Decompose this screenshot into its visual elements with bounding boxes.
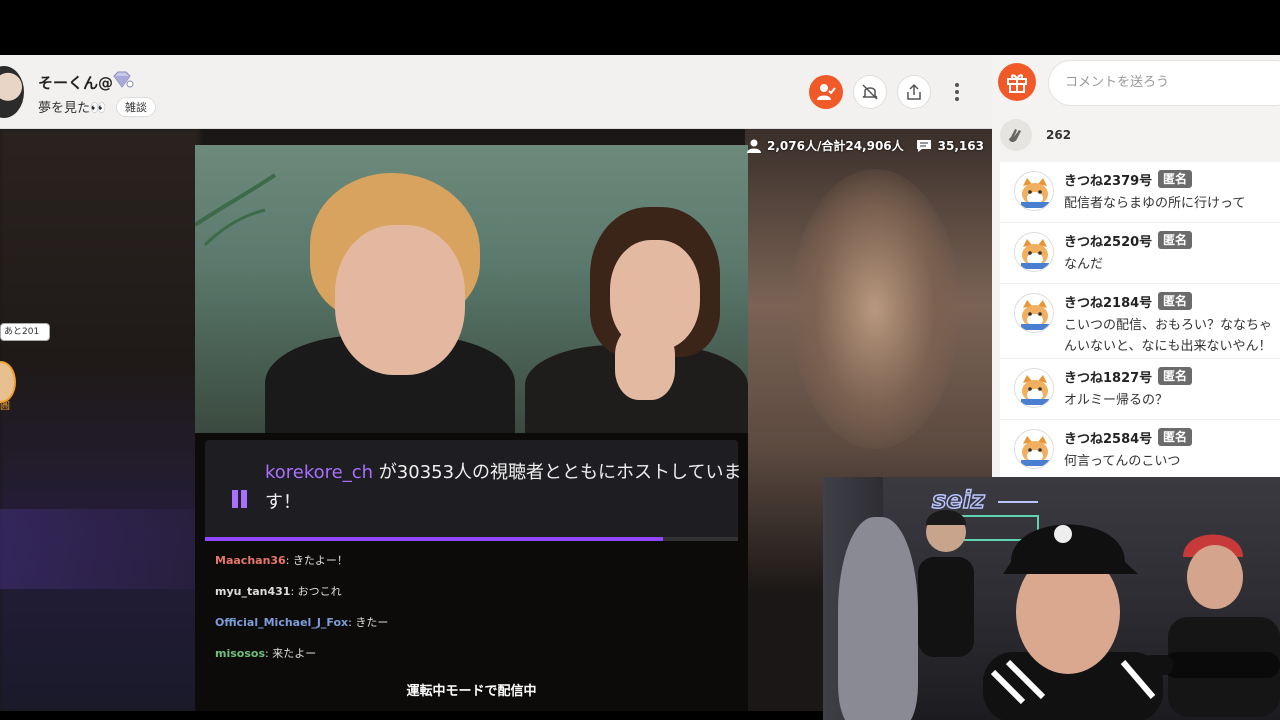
comment-input[interactable]: コメントを送ろう <box>1048 60 1280 106</box>
comment-text: 何言ってんのこいつ <box>1064 454 1181 469</box>
person-icon <box>747 139 761 153</box>
gift-icon <box>1007 74 1027 93</box>
category-tag[interactable]: 雑談 <box>116 97 156 117</box>
comment-author[interactable]: きつね1827号 <box>1064 367 1152 386</box>
microphone-icon <box>1143 652 1280 678</box>
anonymous-badge: 匿名 <box>1158 292 1193 310</box>
host-notification: korekore_ch が30353人の視聴者とともにホストしています！ <box>205 440 742 540</box>
comment-item: きつね2184号 匿名こいつの配信、おもろい？ななちゃんいないと、なにも出来ないや… <box>1000 284 1280 359</box>
comment-count: 35,163 <box>937 138 984 153</box>
comment-item: きつね2520号 匿名なんだ <box>1000 223 1280 284</box>
chat-text: おつこれ <box>297 585 342 598</box>
twitch-chat-overlay: Maachan36: きたよー！ myu_tan431: おつこれ Official… <box>215 545 735 669</box>
stream-header: そーくん@ 夢を見た👀 雑談 <box>0 55 992 129</box>
anonymous-badge: 匿名 <box>1158 367 1193 385</box>
comment-list: きつね2379号 匿名 配信者ならまゆの所に行けって きつね2520号 匿名 なんだ きつね… <box>1000 162 1280 477</box>
comment-author[interactable]: きつね2184号 <box>1064 292 1152 311</box>
comment-text: オルミー帰るの？ <box>1064 393 1169 408</box>
comment-text: こいつの配信、おもろい？ななちゃんいないと、なにも出来ないやん！ <box>1064 318 1273 354</box>
viewer-stats: 2,076人/合計24,906人 35,163 <box>747 137 984 154</box>
follow-icon <box>817 84 836 100</box>
streamer-name[interactable]: そーくん@ <box>38 72 113 93</box>
notification-button[interactable] <box>853 75 887 109</box>
top-letterbox <box>0 0 1280 55</box>
chat-message: Official_Michael_J_Fox: きたー <box>215 607 735 638</box>
ranking-label: 圓 <box>0 401 10 412</box>
chat-text: きたー <box>355 616 389 629</box>
chat-separator: : <box>290 585 298 598</box>
chat-username[interactable]: Official_Michael_J_Fox <box>215 616 348 629</box>
comment-author[interactable]: きつね2584号 <box>1064 428 1152 447</box>
fox-avatar-icon[interactable] <box>1014 429 1054 469</box>
shared-stream-frame: korekore_ch が30353人の視聴者とともにホストしています！ Maa… <box>195 145 748 711</box>
share-button[interactable] <box>897 75 931 109</box>
more-menu-icon[interactable] <box>950 80 964 104</box>
video-blur-purple <box>0 509 200 589</box>
clap-icon <box>1009 129 1021 142</box>
chat-text: きたよー！ <box>292 554 348 567</box>
comment-panel: コメントを送ろう 262 きつね2379号 匿名 配信者ならまゆの所に行けって きつね… <box>992 55 1280 477</box>
chat-username[interactable]: Maachan36 <box>215 554 286 567</box>
person-hands <box>615 325 675 400</box>
plant-decoration <box>195 173 277 247</box>
anonymous-badge: 匿名 <box>1158 170 1193 188</box>
chat-message: myu_tan431: おつこれ <box>215 576 735 607</box>
comment-item: きつね1827号 匿名オルミー帰るの？ <box>1000 359 1280 420</box>
chat-separator: : <box>285 554 293 567</box>
comment-item: きつね2584号 匿名何言ってんのこいつ <box>1000 420 1280 477</box>
screen: そーくん@ 夢を見た👀 雑談 korekore_ch が30353人の視聴者とと… <box>0 0 1280 720</box>
anonymous-badge: 匿名 <box>1158 231 1193 249</box>
host-progress-bar <box>205 537 738 541</box>
stream-title: 夢を見た👀 <box>38 101 107 116</box>
anonymous-badge: 匿名 <box>1158 428 1193 446</box>
comment-author[interactable]: きつね2379号 <box>1064 170 1152 189</box>
fox-avatar-icon[interactable] <box>1014 293 1054 333</box>
comment-text: なんだ <box>1064 257 1104 272</box>
bell-off-icon <box>862 84 878 100</box>
diamond-icon <box>113 71 134 88</box>
host-username[interactable]: korekore_ch <box>265 462 373 483</box>
comment-author[interactable]: きつね2520号 <box>1064 231 1152 250</box>
pause-bars-icon <box>232 490 247 508</box>
host-message: korekore_ch が30353人の視聴者とともにホストしています！ <box>265 458 745 518</box>
drive-mode-label: 運転中モードで配信中 <box>406 684 537 699</box>
chat-username[interactable]: misosos <box>215 647 265 660</box>
streamer-avatar[interactable] <box>0 66 24 118</box>
comment-icon <box>916 139 931 152</box>
clap-row: 262 <box>1000 119 1071 151</box>
gift-button[interactable] <box>998 63 1036 101</box>
comment-item: きつね2379号 匿名配信者ならまゆの所に行けって <box>1000 162 1280 223</box>
chat-message: misosos: 来たよー <box>215 638 735 669</box>
video-blur-left <box>0 129 200 711</box>
host-progress-fill <box>205 537 664 541</box>
comment-text: 配信者ならまゆの所に行けって <box>1064 196 1246 211</box>
video-blur-glow <box>790 169 960 449</box>
webcam-overlay: seiz <box>823 477 1280 720</box>
stream-camera-image <box>195 145 748 433</box>
chat-username[interactable]: myu_tan431 <box>215 585 290 598</box>
fox-avatar-icon[interactable] <box>1014 232 1054 272</box>
clap-button[interactable] <box>1000 119 1032 151</box>
chat-text: 来たよー <box>272 647 317 660</box>
fox-avatar-icon[interactable] <box>1014 171 1054 211</box>
person-face <box>335 225 465 375</box>
fox-avatar-icon[interactable] <box>1014 368 1054 408</box>
remaining-badge: あと201 <box>0 323 50 341</box>
viewer-count: 2,076人/合計24,906人 <box>767 139 904 153</box>
chat-message: Maachan36: きたよー！ <box>215 545 735 576</box>
plush-toy <box>838 517 918 720</box>
share-icon <box>907 83 921 100</box>
follow-button[interactable] <box>809 75 843 109</box>
clap-count: 262 <box>1046 128 1072 142</box>
